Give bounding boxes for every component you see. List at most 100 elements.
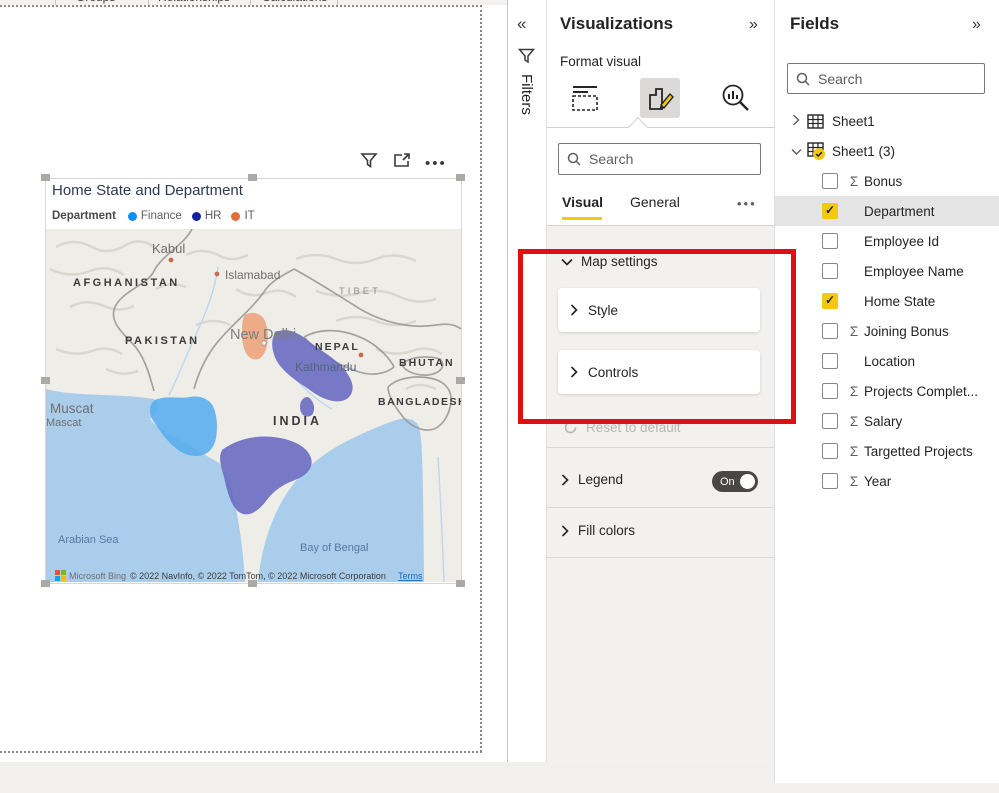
field-row-salary[interactable]: Σ Salary xyxy=(775,406,999,436)
sum-icon: Σ xyxy=(849,383,859,399)
it-color-dot xyxy=(231,211,241,221)
resize-handle[interactable] xyxy=(456,580,465,587)
table-name: Sheet1 (3) xyxy=(832,143,896,159)
checkbox[interactable] xyxy=(822,383,838,399)
field-row-targetted-projects[interactable]: Σ Targetted Projects xyxy=(775,436,999,466)
legend-toggle[interactable]: On xyxy=(712,471,758,492)
ribbon-tab-groups[interactable]: Groups xyxy=(76,0,115,4)
map-label-nepal: NEPAL xyxy=(315,341,360,353)
map-label-afghanistan: AFGHANISTAN xyxy=(73,277,180,289)
checkbox[interactable] xyxy=(822,473,838,489)
legend-item-it[interactable]: IT xyxy=(231,210,255,222)
checkbox[interactable] xyxy=(822,263,838,279)
visual-hover-toolbar: ••• xyxy=(360,150,460,176)
field-row-joining-bonus[interactable]: Σ Joining Bonus xyxy=(775,316,999,346)
map-visual[interactable]: Home State and Department Department Fin… xyxy=(45,178,462,584)
checkbox[interactable] xyxy=(822,443,838,459)
resize-handle[interactable] xyxy=(248,580,257,587)
resize-handle[interactable] xyxy=(248,174,257,181)
pane-switcher xyxy=(555,76,765,120)
chevron-down-icon[interactable] xyxy=(789,144,803,159)
map-label-arabian-sea: Arabian Sea xyxy=(58,534,119,546)
bing-map[interactable]: Kabul AFGHANISTAN Islamabad TIBET PAKIST… xyxy=(46,229,461,582)
sum-icon: Σ xyxy=(849,473,859,489)
ribbon-tab-calculations[interactable]: Calculations xyxy=(262,0,327,4)
filter-funnel-icon xyxy=(517,48,536,69)
divider xyxy=(547,507,774,508)
map-label-mascat: Mascat xyxy=(46,417,81,429)
chevron-right-icon[interactable] xyxy=(789,114,803,129)
map-label-kabul: Kabul xyxy=(152,241,185,256)
divider xyxy=(547,557,774,558)
resize-handle[interactable] xyxy=(456,174,465,181)
annotation-highlight-rectangle xyxy=(518,249,796,424)
toggle-state-label: On xyxy=(720,475,735,488)
field-row-year[interactable]: Σ Year xyxy=(775,466,999,496)
checkbox-checked[interactable] xyxy=(822,203,838,219)
map-label-bay-of-bengal: Bay of Bengal xyxy=(300,542,369,554)
legend-item-hr[interactable]: HR xyxy=(191,210,221,222)
map-label-islamabad: Islamabad xyxy=(225,268,280,282)
field-row-employee-name[interactable]: Employee Name xyxy=(775,256,999,286)
filter-icon[interactable] xyxy=(360,152,378,174)
legend-section-label: Legend xyxy=(578,472,624,487)
checkbox[interactable] xyxy=(822,173,838,189)
expand-filters-icon[interactable]: « xyxy=(517,14,526,34)
field-row-employee-id[interactable]: Employee Id xyxy=(775,226,999,256)
divider xyxy=(547,447,774,448)
tab-visual[interactable]: Visual xyxy=(562,194,603,210)
checked-badge-icon xyxy=(813,148,825,160)
legend-item-finance[interactable]: Finance xyxy=(127,210,182,222)
collapse-fields-icon[interactable]: » xyxy=(972,16,981,34)
checkbox[interactable] xyxy=(822,233,838,249)
map-label-kathmandu: Kathmandu xyxy=(295,360,356,374)
toggle-knob xyxy=(740,474,755,489)
analytics-icon[interactable] xyxy=(715,78,755,118)
fill-colors-section[interactable]: Fill colors xyxy=(561,523,635,538)
visual-title: Home State and Department xyxy=(52,182,243,199)
format-visual-icon[interactable] xyxy=(640,78,680,118)
resize-handle[interactable] xyxy=(41,174,50,181)
checkbox[interactable] xyxy=(822,353,838,369)
visualizations-pane-title: Visualizations xyxy=(560,14,674,33)
map-terms-link[interactable]: Terms xyxy=(398,571,423,581)
page-border-top xyxy=(0,5,482,7)
checkbox[interactable] xyxy=(822,323,838,339)
collapse-visualizations-icon[interactable]: » xyxy=(749,16,758,34)
divider xyxy=(547,127,774,128)
more-options-icon[interactable]: ••• xyxy=(425,155,447,172)
tabs-more-icon[interactable]: ••• xyxy=(737,196,757,211)
build-visual-icon[interactable] xyxy=(565,78,605,118)
map-label-pakistan: PAKISTAN xyxy=(125,335,200,347)
sum-icon: Σ xyxy=(849,323,859,339)
resize-handle[interactable] xyxy=(41,580,50,587)
ribbon-tab-relationships[interactable]: Relationships xyxy=(158,0,230,4)
checkbox[interactable] xyxy=(822,413,838,429)
map-label-new-delhi: New Delhi xyxy=(230,327,296,343)
resize-handle[interactable] xyxy=(41,377,50,384)
fields-pane-title: Fields xyxy=(790,14,840,33)
format-visual-subtitle: Format visual xyxy=(560,54,642,69)
bing-logo-text: Microsoft Bing xyxy=(69,571,126,581)
tab-general[interactable]: General xyxy=(630,194,680,210)
chevron-right-icon xyxy=(561,524,569,537)
table-sheet1[interactable]: Sheet1 xyxy=(775,106,999,136)
filters-pane-title[interactable]: Filters xyxy=(518,74,535,115)
legend-section[interactable]: Legend xyxy=(561,472,623,487)
resize-handle[interactable] xyxy=(456,377,465,384)
map-label-india: INDIA xyxy=(273,414,322,428)
sum-icon: Σ xyxy=(849,173,859,189)
field-row-location[interactable]: Location xyxy=(775,346,999,376)
table-name: Sheet1 xyxy=(832,113,875,129)
table-sheet1-3[interactable]: Sheet1 (3) xyxy=(775,136,999,166)
format-search-input[interactable]: Search xyxy=(558,143,761,175)
field-row-department[interactable]: Department xyxy=(775,196,999,226)
field-row-projects-completed[interactable]: Σ Projects Complet... xyxy=(775,376,999,406)
search-icon xyxy=(796,72,810,86)
fields-search-input[interactable]: Search xyxy=(787,63,985,94)
map-attribution: © 2022 NavInfo, © 2022 TomTom, © 2022 Mi… xyxy=(130,571,386,581)
focus-mode-icon[interactable] xyxy=(392,152,411,174)
field-row-bonus[interactable]: Σ Bonus xyxy=(775,166,999,196)
field-row-home-state[interactable]: Home State xyxy=(775,286,999,316)
checkbox-checked[interactable] xyxy=(822,293,838,309)
